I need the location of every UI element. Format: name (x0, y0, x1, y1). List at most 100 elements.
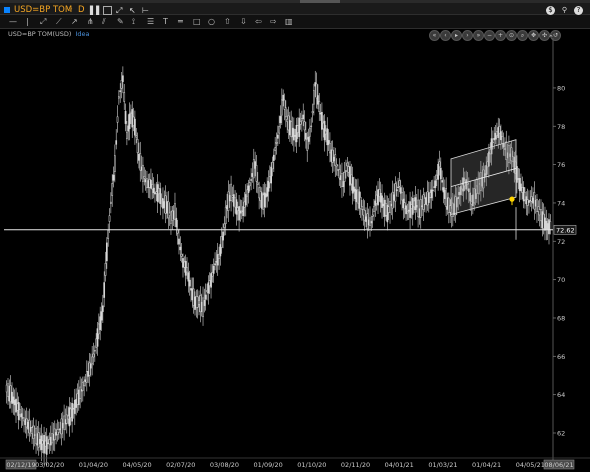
candle-body (437, 163, 439, 180)
candle-body (76, 393, 79, 405)
candle-body (192, 288, 195, 306)
y-tick-label: 74 (557, 199, 565, 207)
candle-body (146, 178, 148, 189)
candle-body (224, 206, 227, 225)
x-tick-label: 04/05/20 (122, 461, 151, 469)
x-tick-label: 04/01/21 (385, 461, 414, 469)
candle-body (246, 189, 248, 197)
candle-body (446, 197, 449, 210)
candle-body (184, 260, 187, 276)
candle-body (313, 90, 315, 105)
candle-body (442, 187, 445, 193)
candle-body (138, 153, 140, 161)
candle-body (156, 184, 159, 202)
candle-body (319, 112, 322, 115)
y-tick-label: 66 (557, 353, 565, 361)
marker-dot[interactable] (509, 196, 515, 202)
x-tick-label: 01/03/21 (428, 461, 457, 469)
candle-body (178, 238, 180, 245)
candle-body (183, 261, 186, 268)
x-tick-label: 01/10/20 (297, 461, 326, 469)
candle-body (335, 163, 338, 167)
x-tick-label: 02/12/19 (6, 461, 35, 469)
candle-body (333, 157, 335, 162)
candle-body (69, 408, 72, 418)
candle-body (415, 205, 418, 208)
candle-body (21, 417, 24, 419)
x-tick-label: 02/07/20 (166, 461, 195, 469)
chevron-up-glyph[interactable]: ⌃ (548, 34, 554, 42)
candle-body (112, 174, 115, 181)
candle-body (343, 172, 346, 182)
candle-body (61, 422, 64, 429)
candle-body (93, 350, 96, 352)
candle-body (413, 200, 415, 208)
candle-body (244, 194, 247, 206)
candle-body (342, 181, 345, 187)
candle-body (370, 221, 373, 224)
candle-body (323, 120, 326, 141)
candle-body (150, 179, 152, 189)
candle-body (91, 356, 94, 365)
candle-body (230, 183, 232, 202)
candle-body (341, 173, 343, 187)
candle-body (430, 189, 433, 199)
candle-body (48, 439, 51, 445)
candle-body (100, 311, 103, 321)
candle-body (195, 296, 198, 308)
candle-body (120, 80, 123, 89)
candle-body (63, 415, 65, 430)
alert-marker[interactable] (509, 196, 517, 240)
candle-body (398, 180, 401, 187)
candle-body (239, 210, 242, 214)
candle-body (96, 328, 99, 347)
last-price-label: 72.62 (553, 224, 577, 235)
candle-body (302, 114, 305, 120)
candle-body (258, 187, 260, 199)
candle-body (443, 189, 446, 199)
candle-body (60, 418, 63, 435)
candle-body (362, 209, 365, 216)
candle-body (533, 192, 536, 210)
candle-body (538, 209, 541, 216)
candle-body (287, 115, 290, 131)
candle-body (295, 124, 298, 143)
candle-body (25, 418, 28, 428)
candle-body (52, 433, 55, 441)
candle-body (199, 295, 202, 313)
chevron-up-icon[interactable]: ⌃ (548, 34, 554, 42)
candle-body (500, 131, 502, 141)
candle-body (222, 231, 224, 241)
candle-body (270, 166, 273, 184)
candle-body (12, 396, 15, 404)
candle-body (231, 195, 234, 198)
candle-body (110, 201, 112, 204)
candle-body (354, 188, 357, 199)
candle-body (135, 135, 138, 138)
candle-body (72, 408, 75, 410)
candle-body (363, 210, 366, 221)
candle-body (40, 435, 43, 450)
candle-body (171, 210, 174, 221)
candle-body (286, 118, 289, 122)
candle-body (186, 267, 188, 273)
channel-band[interactable] (450, 139, 517, 215)
candle-body (438, 161, 441, 168)
price-chart[interactable]: 62 64 66 68 70 72 74 76 78 80 02/12/19 03/02/20 01/… (0, 0, 590, 472)
candle-body (214, 263, 216, 266)
candle-body (200, 302, 203, 312)
candle-body (379, 192, 382, 203)
price-channel[interactable] (450, 139, 517, 215)
candle-body (31, 427, 33, 435)
x-axis-ticks: 02/12/19 03/02/20 01/04/20 04/05/20 02/07/20… (0, 457, 590, 470)
candle-body (334, 154, 337, 166)
candle-body (310, 125, 313, 128)
candle-body (164, 195, 167, 214)
candle-body (127, 125, 130, 132)
candle-body (301, 118, 303, 122)
candle-body (9, 385, 12, 403)
candle-body (429, 192, 431, 198)
candle-body (322, 122, 325, 130)
candle-body (402, 198, 405, 209)
candle-body (218, 253, 220, 259)
